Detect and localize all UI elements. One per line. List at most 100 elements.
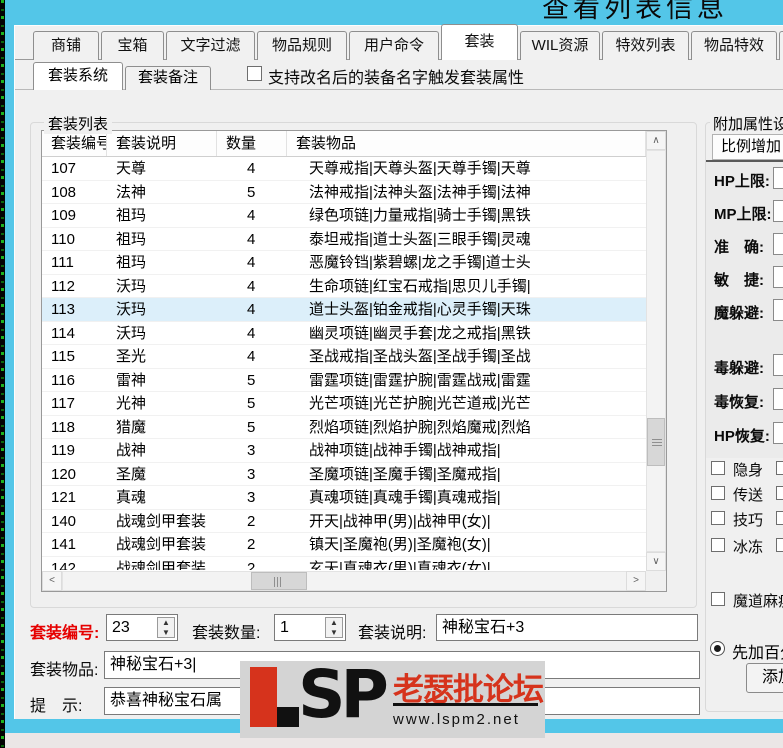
attr-field-label: 魔躲避: bbox=[714, 305, 764, 322]
suit-row[interactable]: 110 祖玛 4 泰坦戒指|道士头盔|三眼手镯|灵魂 bbox=[42, 228, 646, 251]
suit-row[interactable]: 142 战魂剑甲套装 2 玄天|真魂衣(男)|真魂衣(女)| bbox=[42, 557, 646, 571]
suit-row[interactable]: 119 战神 3 战神项链|战神手镯|战神戒指| bbox=[42, 439, 646, 463]
suit-cell: 5 bbox=[247, 395, 256, 412]
suit-row[interactable]: 120 圣魔 3 圣魔项链|圣魔手镯|圣魔戒指| bbox=[42, 463, 646, 486]
suit-row[interactable]: 112 沃玛 4 生命项链|红宝石戒指|思贝儿手镯| bbox=[42, 275, 646, 298]
attr-checkbox[interactable] bbox=[711, 461, 725, 475]
scroll-down-button[interactable]: ∨ bbox=[646, 552, 666, 571]
attr-checkbox-label: 传送 bbox=[733, 487, 764, 504]
tab-7[interactable]: 特效列表 bbox=[602, 31, 689, 60]
scroll-left-button[interactable]: < bbox=[42, 571, 62, 591]
suit-qty-spinner[interactable]: 1 ▲ ▼ bbox=[274, 614, 346, 641]
attr-field-label: HP恢复: bbox=[714, 428, 770, 445]
tab-9[interactable]: 锻造 bbox=[779, 31, 783, 60]
suit-row[interactable]: 113 沃玛 4 道士头盔|铂金戒指|心灵手镯|天珠 bbox=[42, 298, 646, 322]
suit-id-label: 套装编号: bbox=[30, 625, 100, 642]
attr-checkbox[interactable] bbox=[776, 538, 783, 552]
attr-field-input[interactable] bbox=[773, 167, 783, 189]
scroll-up-button[interactable]: ∧ bbox=[646, 131, 666, 150]
tab-1[interactable]: 宝箱 bbox=[101, 31, 164, 60]
attr-field-input[interactable] bbox=[773, 388, 783, 410]
column-header[interactable]: 数量 bbox=[217, 131, 287, 156]
suit-table-body[interactable]: 107 天尊 4 天尊戒指|天尊头盔|天尊手镯|天尊 108 法神 5 法神戒指|法神头盔|法… bbox=[42, 157, 646, 570]
horizontal-scrollbar-track[interactable] bbox=[62, 571, 646, 591]
suit-row[interactable]: 118 猎魔 5 烈焰项链|烈焰护腕|烈焰魔戒|烈焰 bbox=[42, 416, 646, 439]
suit-row[interactable]: 107 天尊 4 天尊戒指|天尊头盔|天尊手镯|天尊 bbox=[42, 157, 646, 181]
attr-checkbox[interactable] bbox=[776, 486, 783, 500]
suit-row[interactable]: 114 沃玛 4 幽灵项链|幽灵手套|龙之戒指|黑铁 bbox=[42, 322, 646, 345]
percent-first-radio[interactable] bbox=[710, 641, 725, 656]
tab-percent-increase[interactable]: 比例增加 bbox=[712, 134, 783, 160]
logo-l-stem bbox=[250, 667, 277, 727]
tab-suit-system[interactable]: 套装系统 bbox=[33, 62, 123, 90]
suit-id-spinner[interactable]: 23 ▲ ▼ bbox=[106, 614, 178, 641]
attr-field-input[interactable] bbox=[773, 200, 783, 222]
attr-checkbox[interactable] bbox=[776, 461, 783, 475]
column-header[interactable]: 套装编号 bbox=[42, 131, 107, 156]
attr-field-input[interactable] bbox=[773, 299, 783, 321]
suit-cell: 4 bbox=[247, 301, 256, 318]
attr-group-title: 附加属性设置 bbox=[710, 113, 783, 134]
attr-checkbox[interactable] bbox=[711, 486, 725, 500]
suit-cell: 生命项链|红宝石戒指|思贝儿手镯| bbox=[309, 277, 531, 295]
attr-checkbox[interactable] bbox=[711, 538, 725, 552]
suit-table-header: 套装编号 套装说明 数量 套装物品 bbox=[42, 131, 646, 157]
suit-row[interactable]: 111 祖玛 4 恶魔铃铛|紫碧螺|龙之手镯|道士头 bbox=[42, 251, 646, 275]
column-header[interactable]: 套装说明 bbox=[107, 131, 217, 156]
suit-cell: 沃玛 bbox=[116, 301, 147, 318]
suit-row[interactable]: 108 法神 5 法神戒指|法神头盔|法神手镯|法神 bbox=[42, 181, 646, 204]
tab-3[interactable]: 物品规则 bbox=[257, 31, 347, 60]
tab-5[interactable]: 套装 bbox=[441, 24, 518, 60]
suit-row[interactable]: 141 战魂剑甲套装 2 镇天|圣魔袍(男)|圣魔袍(女)| bbox=[42, 533, 646, 557]
suit-cell: 祖玛 bbox=[116, 230, 147, 248]
suit-row[interactable]: 121 真魂 3 真魂项链|真魂手镯|真魂戒指| bbox=[42, 486, 646, 510]
attr-field-input[interactable] bbox=[773, 233, 783, 255]
suit-cell: 绿色项链|力量戒指|骑士手镯|黑铁 bbox=[309, 207, 531, 224]
add-button[interactable]: 添加 bbox=[746, 663, 783, 693]
suit-row[interactable]: 117 光神 5 光芒项链|光芒护腕|光芒道戒|光芒 bbox=[42, 392, 646, 416]
suit-cell: 雷霆项链|雷霆护腕|雷霆战戒|雷霆 bbox=[309, 371, 531, 389]
tab-0[interactable]: 商铺 bbox=[33, 31, 99, 60]
suit-row[interactable]: 116 雷神 5 雷霆项链|雷霆护腕|雷霆战戒|雷霆 bbox=[42, 369, 646, 392]
suit-cell: 3 bbox=[247, 465, 256, 483]
spinner-arrows-icon[interactable]: ▲ ▼ bbox=[157, 617, 175, 638]
spinner-arrows-icon[interactable]: ▲ ▼ bbox=[325, 617, 343, 638]
suit-cell: 107 bbox=[51, 160, 77, 177]
tab-suit-note[interactable]: 套装备注 bbox=[125, 66, 211, 90]
attr-checkbox-label: 隐身 bbox=[733, 462, 764, 479]
vertical-scrollbar-thumb[interactable] bbox=[647, 418, 665, 466]
suit-row[interactable]: 109 祖玛 4 绿色项链|力量戒指|骑士手镯|黑铁 bbox=[42, 204, 646, 228]
attr-field-input[interactable] bbox=[773, 266, 783, 288]
suit-cell: 4 bbox=[247, 230, 256, 248]
suit-desc-input[interactable]: 神秘宝石+3 bbox=[436, 614, 698, 641]
tab-8[interactable]: 物品特效 bbox=[691, 31, 777, 60]
vertical-scrollbar-track[interactable] bbox=[646, 150, 666, 552]
suit-cell: 142 bbox=[51, 559, 77, 571]
suit-cell: 镇天|圣魔袍(男)|圣魔袍(女)| bbox=[309, 536, 491, 553]
attr-field-input[interactable] bbox=[773, 422, 783, 444]
attr-field-input[interactable] bbox=[773, 354, 783, 376]
tip-label: 提 示: bbox=[30, 698, 83, 715]
rename-trigger-checkbox[interactable] bbox=[247, 66, 262, 81]
suit-row[interactable]: 140 战魂剑甲套装 2 开天|战神甲(男)|战神甲(女)| bbox=[42, 510, 646, 533]
suit-cell: 祖玛 bbox=[116, 207, 147, 224]
horizontal-scrollbar-thumb[interactable] bbox=[251, 572, 307, 590]
suit-cell: 4 bbox=[247, 324, 256, 342]
attr-checkbox-label: 冰冻 bbox=[733, 539, 764, 556]
attr-checkbox[interactable] bbox=[776, 511, 783, 525]
column-header[interactable]: 套装物品 bbox=[287, 131, 646, 156]
suit-cell: 108 bbox=[51, 183, 77, 201]
tab-4[interactable]: 用户命令 bbox=[349, 31, 439, 60]
suit-cell: 法神戒指|法神头盔|法神手镯|法神 bbox=[309, 183, 531, 201]
tab-2[interactable]: 文字过滤 bbox=[166, 31, 255, 60]
suit-cell: 4 bbox=[247, 348, 256, 365]
attr-checkbox[interactable] bbox=[711, 511, 725, 525]
suit-table[interactable]: 套装编号 套装说明 数量 套装物品 107 天尊 4 天尊戒指|天尊头盔|天尊手镯|天尊 10… bbox=[41, 130, 667, 592]
suit-cell: 幽灵项链|幽灵手套|龙之戒指|黑铁 bbox=[309, 324, 531, 342]
attr-checkbox[interactable] bbox=[711, 592, 725, 606]
suit-cell: 法神 bbox=[116, 183, 147, 201]
scroll-right-button[interactable]: > bbox=[626, 571, 646, 591]
tab-6[interactable]: WIL资源 bbox=[520, 31, 600, 60]
suit-row[interactable]: 115 圣光 4 圣战戒指|圣战头盔|圣战手镯|圣战 bbox=[42, 345, 646, 369]
suit-cell: 开天|战神甲(男)|战神甲(女)| bbox=[309, 512, 491, 530]
